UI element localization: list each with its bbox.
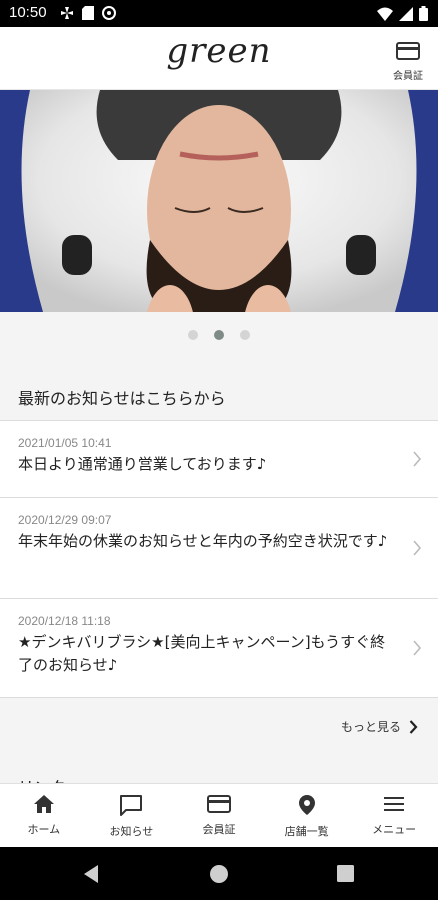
news-title: 本日より通常通り営業しております♪ xyxy=(18,455,267,473)
recents-icon[interactable] xyxy=(337,865,354,882)
sd-card-icon xyxy=(82,6,94,20)
member-card-label: 会員証 xyxy=(393,71,423,82)
app-logo: green xyxy=(166,31,272,71)
news-title: 年末年始の休業のお知らせと年内の予約空き状況です♪ xyxy=(18,532,388,550)
news-list-item[interactable]: 2020/12/29 09:07 年末年始の休業のお知らせと年内の予約空き状況で… xyxy=(0,498,438,599)
hero-carousel-image[interactable] xyxy=(0,90,438,312)
hero-illustration xyxy=(0,90,438,312)
tab-label: ホーム xyxy=(27,823,61,836)
tab-menu[interactable]: メニュー xyxy=(350,784,438,847)
chat-icon xyxy=(120,795,143,816)
system-navigation-bar xyxy=(0,847,438,900)
more-link-label: もっと見る xyxy=(340,720,401,734)
tab-member-card[interactable]: 会員証 xyxy=(175,784,263,847)
vpn-icon xyxy=(102,6,116,20)
carousel-indicator xyxy=(0,312,438,357)
news-list-item[interactable]: 2021/01/05 10:41 本日より通常通り営業しております♪ xyxy=(0,421,438,498)
carousel-dot[interactable] xyxy=(240,329,250,340)
tab-home[interactable]: ホーム xyxy=(0,784,88,847)
status-time: 10:50 xyxy=(9,4,47,21)
cellular-icon xyxy=(399,6,413,21)
chevron-right-icon xyxy=(413,540,422,556)
news-list: 2021/01/05 10:41 本日より通常通り営業しております♪ 2020/… xyxy=(0,421,438,698)
news-date: 2020/12/18 11:18 xyxy=(18,614,111,628)
news-list-item[interactable]: 2020/12/18 11:18 ★デンキバリブラシ★[美向上キャンペーン]もう… xyxy=(0,599,438,698)
card-icon xyxy=(396,42,420,60)
tab-label: 店舗一覧 xyxy=(284,825,329,838)
app-header: green 会員証 xyxy=(0,27,438,90)
tab-store-list[interactable]: 店舗一覧 xyxy=(263,784,351,847)
home-circle-icon[interactable] xyxy=(209,864,229,884)
chevron-right-icon xyxy=(409,719,418,734)
wifi-icon xyxy=(377,7,393,21)
tab-news[interactable]: お知らせ xyxy=(88,784,176,847)
tab-label: メニュー xyxy=(372,823,417,836)
battery-icon xyxy=(419,6,428,21)
news-title: ★デンキバリブラシ★[美向上キャンペーン]もうすぐ終了のお知らせ♪ xyxy=(18,633,386,674)
back-icon[interactable] xyxy=(82,864,100,884)
status-bar: 10:50 xyxy=(0,0,438,27)
tab-label: お知らせ xyxy=(109,825,154,838)
fan-icon xyxy=(61,7,73,19)
news-date: 2021/01/05 10:41 xyxy=(18,436,112,450)
member-card-button[interactable]: 会員証 xyxy=(386,41,430,82)
card-icon xyxy=(206,795,231,813)
more-link[interactable]: もっと見る xyxy=(341,718,418,735)
location-pin-icon xyxy=(298,795,315,815)
news-date: 2020/12/29 09:07 xyxy=(18,513,112,527)
news-section-title: 最新のお知らせはこちらから xyxy=(0,357,438,421)
home-icon xyxy=(33,795,54,813)
carousel-dot-active[interactable] xyxy=(214,329,224,340)
chevron-right-icon xyxy=(413,640,422,656)
tab-label: 会員証 xyxy=(202,823,236,836)
bottom-tab-bar: ホーム お知らせ 会員証 店舗一覧 メニュー xyxy=(0,783,438,847)
chevron-right-icon xyxy=(413,451,422,467)
hamburger-icon xyxy=(384,797,405,811)
carousel-dot[interactable] xyxy=(188,329,198,340)
